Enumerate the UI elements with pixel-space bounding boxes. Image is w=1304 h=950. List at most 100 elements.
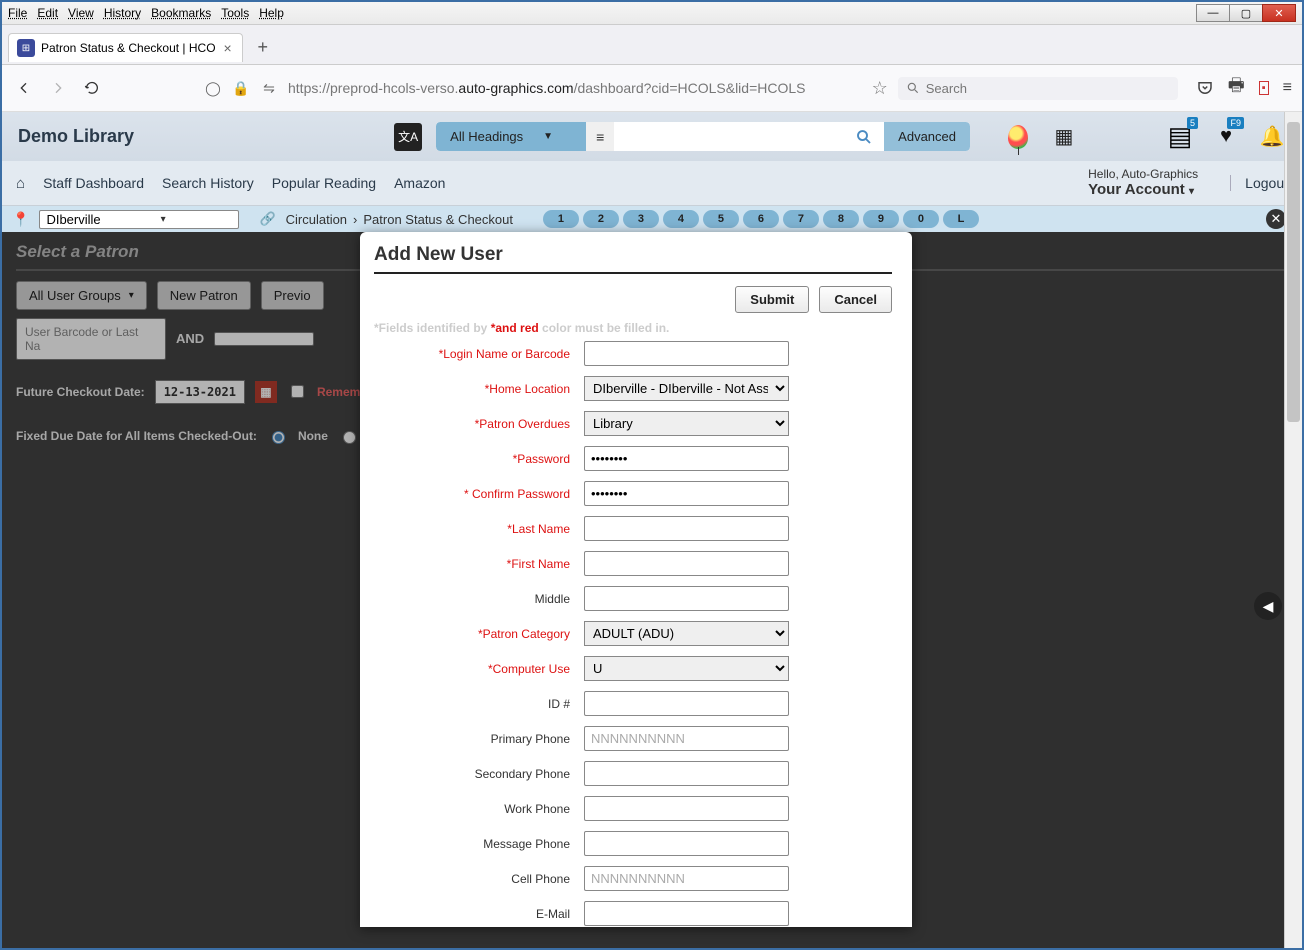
menu-help[interactable]: Help <box>259 6 284 20</box>
print-icon[interactable]: 🖶 <box>1228 73 1245 103</box>
cancel-button[interactable]: Cancel <box>819 286 892 313</box>
and-label: AND <box>176 331 204 346</box>
menu-history[interactable]: History <box>104 6 141 20</box>
input-id[interactable] <box>584 691 789 716</box>
quick-number-bar: 1 2 3 4 5 6 7 8 9 0 L <box>543 210 979 228</box>
input-work-phone[interactable] <box>584 796 789 821</box>
quick-5[interactable]: 5 <box>703 210 739 228</box>
quick-7[interactable]: 7 <box>783 210 819 228</box>
submit-button[interactable]: Submit <box>735 286 809 313</box>
film-icon[interactable]: ▦ <box>1050 123 1078 151</box>
secondary-search-input[interactable] <box>214 332 314 346</box>
advanced-search-button[interactable]: Advanced <box>884 122 970 151</box>
quick-9[interactable]: 9 <box>863 210 899 228</box>
browser-tab[interactable]: ⊞ Patron Status & Checkout | HCO × <box>8 33 243 62</box>
expand-panel-icon[interactable]: ◀ <box>1254 592 1282 620</box>
input-middle[interactable] <box>584 586 789 611</box>
home-icon[interactable]: ⌂ <box>16 175 25 192</box>
permissions-icon[interactable]: ⇋ <box>260 80 278 97</box>
label-last: *Last Name <box>374 522 584 536</box>
remember-checkbox[interactable] <box>291 385 304 398</box>
tab-close-icon[interactable]: × <box>222 40 234 56</box>
window-minimize-button[interactable]: — <box>1196 4 1230 22</box>
hamburger-menu-icon[interactable]: ≡ <box>1283 79 1292 97</box>
previous-button[interactable]: Previo <box>261 281 324 310</box>
heart-icon[interactable]: ♥F9 <box>1212 123 1240 151</box>
input-primary-phone[interactable] <box>584 726 789 751</box>
patron-panel-backdrop: Select a Patron All User Groups▾ New Pat… <box>2 232 1302 948</box>
close-panel-icon[interactable]: ✕ <box>1266 209 1286 229</box>
menu-bookmarks[interactable]: Bookmarks <box>151 6 211 20</box>
nav-amazon[interactable]: Amazon <box>394 175 445 191</box>
nav-popular-reading[interactable]: Popular Reading <box>272 175 376 191</box>
nav-staff-dashboard[interactable]: Staff Dashboard <box>43 175 144 191</box>
quick-3[interactable]: 3 <box>623 210 659 228</box>
menu-tools[interactable]: Tools <box>221 6 249 20</box>
window-close-button[interactable]: ✕ <box>1262 4 1296 22</box>
menu-view[interactable]: View <box>68 6 94 20</box>
heart-badge: F9 <box>1227 117 1244 129</box>
bookmark-star-icon[interactable]: ☆ <box>872 78 888 99</box>
list-icon[interactable]: ▤5 <box>1166 123 1194 151</box>
account-block[interactable]: Hello, Auto-Graphics Your Account ▾ <box>1088 167 1198 199</box>
lock-icon[interactable]: 🔒 <box>232 80 250 97</box>
nav-forward-button[interactable] <box>46 76 70 100</box>
calendar-icon[interactable]: ▦ <box>255 381 277 403</box>
translate-icon[interactable]: 文A <box>394 123 422 151</box>
all-user-groups-select[interactable]: All User Groups▾ <box>16 281 147 310</box>
barcode-search-input[interactable]: User Barcode or Last Na <box>16 318 166 360</box>
select-overdues[interactable]: Library <box>584 411 789 436</box>
input-secondary-phone[interactable] <box>584 761 789 786</box>
label-computer: *Computer Use <box>374 662 584 676</box>
catalog-search-input[interactable] <box>614 122 844 151</box>
catalog-search-button[interactable] <box>844 122 884 151</box>
chevron-down-icon: ▾ <box>1189 186 1194 197</box>
nav-back-button[interactable] <box>12 76 36 100</box>
breadcrumb-2[interactable]: Patron Status & Checkout <box>363 212 513 227</box>
heading-select[interactable]: All Headings▼ <box>436 122 586 151</box>
quick-6[interactable]: 6 <box>743 210 779 228</box>
input-email[interactable] <box>584 901 789 926</box>
fixed-due-other-radio[interactable] <box>343 431 356 444</box>
pin-icon: 📍 <box>12 211 29 228</box>
select-home[interactable]: DIberville - DIberville - Not Assig <box>584 376 789 401</box>
nav-reload-button[interactable] <box>80 76 104 100</box>
new-tab-button[interactable]: + <box>249 34 277 62</box>
balloon-icon[interactable] <box>1004 123 1032 151</box>
database-icon[interactable]: ≡ <box>586 122 614 151</box>
menu-edit[interactable]: Edit <box>37 6 58 20</box>
location-select[interactable]: DIberville▾ <box>39 210 239 229</box>
pocket-icon[interactable] <box>1196 79 1214 97</box>
quick-2[interactable]: 2 <box>583 210 619 228</box>
input-cell-phone[interactable] <box>584 866 789 891</box>
quick-1[interactable]: 1 <box>543 210 579 228</box>
input-first-name[interactable] <box>584 551 789 576</box>
browser-search-box[interactable]: Search <box>898 77 1178 100</box>
select-category[interactable]: ADULT (ADU) <box>584 621 789 646</box>
new-patron-button[interactable]: New Patron <box>157 281 251 310</box>
fixed-due-none-label: None <box>298 429 328 443</box>
fixed-due-none-radio[interactable] <box>272 431 285 444</box>
shield-icon[interactable]: ◯ <box>204 80 222 97</box>
future-checkout-date[interactable]: 12-13-2021 <box>155 380 245 404</box>
quick-4[interactable]: 4 <box>663 210 699 228</box>
select-computer[interactable]: U <box>584 656 789 681</box>
quick-8[interactable]: 8 <box>823 210 859 228</box>
nav-search-history[interactable]: Search History <box>162 175 254 191</box>
input-confirm-password[interactable] <box>584 481 789 506</box>
window-maximize-button[interactable]: ▢ <box>1229 4 1263 22</box>
breadcrumb-1[interactable]: Circulation <box>286 212 347 227</box>
input-last-name[interactable] <box>584 516 789 541</box>
input-password[interactable] <box>584 446 789 471</box>
main-nav: ⌂ Staff Dashboard Search History Popular… <box>2 161 1302 206</box>
quick-l[interactable]: L <box>943 210 979 228</box>
input-login[interactable] <box>584 341 789 366</box>
bell-icon[interactable]: 🔔 <box>1258 123 1286 151</box>
quick-0[interactable]: 0 <box>903 210 939 228</box>
url-text[interactable]: https://preprod-hcols-verso.auto-graphic… <box>288 80 805 96</box>
page-scrollbar[interactable] <box>1284 112 1302 948</box>
input-message-phone[interactable] <box>584 831 789 856</box>
menu-file[interactable]: File <box>8 6 27 20</box>
security-badge-icon[interactable]: ▪ <box>1259 81 1269 95</box>
logout-link[interactable]: Logout <box>1230 175 1288 191</box>
